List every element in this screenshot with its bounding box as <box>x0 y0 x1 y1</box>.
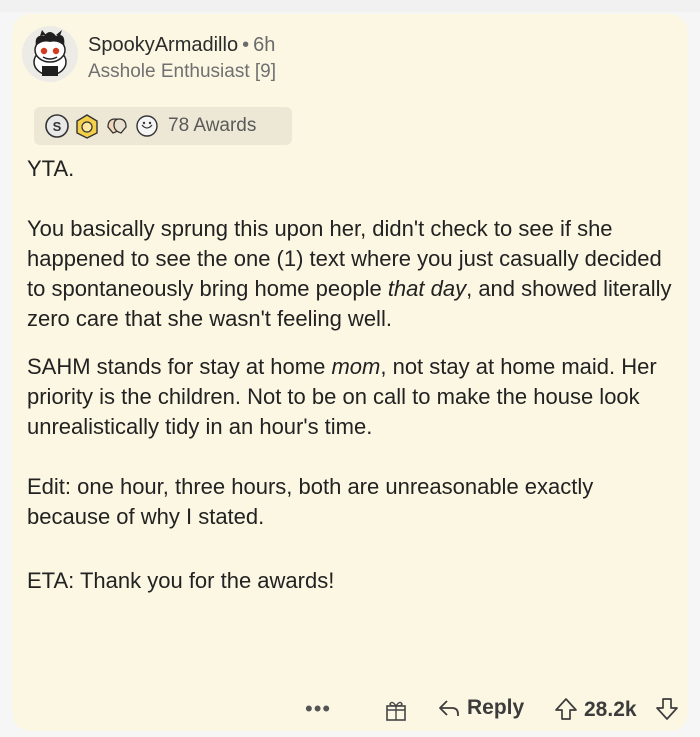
paragraph-edit: Edit: one hour, three hours, both are un… <box>27 474 594 529</box>
emphasis-mom: mom <box>331 354 381 379</box>
comment-card: SpookyArmadillo • 6h Asshole Enthusiast [9… <box>12 14 688 731</box>
upvote-arrow-icon[interactable] <box>554 697 578 721</box>
svg-text:S: S <box>53 119 62 134</box>
timestamp: 6h <box>253 34 276 56</box>
hugz-award-icon <box>136 115 158 137</box>
top-band <box>0 0 700 12</box>
awards-count: 78 Awards <box>168 115 257 136</box>
paragraph-1: You basically sprung this upon her, didn… <box>27 216 672 331</box>
reply-button[interactable]: Reply <box>437 696 524 720</box>
user-flair: Asshole Enthusiast [9] <box>88 61 276 82</box>
silver-award-icon: S <box>45 114 69 138</box>
paragraph-eta: ETA: Thank you for the awards! <box>27 568 335 593</box>
awards-bar[interactable]: S 78 Awards <box>34 107 292 145</box>
username-link[interactable]: SpookyArmadillo <box>88 34 238 56</box>
paragraph-verdict: YTA. <box>27 156 75 181</box>
reply-arrow-icon <box>439 700 459 716</box>
separator-dot: • <box>242 34 250 56</box>
gift-award-icon[interactable] <box>384 698 408 722</box>
wholesome-award-icon <box>107 118 127 134</box>
emphasis-that-day: that day <box>387 276 467 301</box>
avatar[interactable] <box>22 26 78 82</box>
helpful-award-icon <box>76 114 98 139</box>
vote-score: 28.2k <box>584 698 637 721</box>
reply-label: Reply <box>467 696 525 719</box>
paragraph-2: SAHM stands for stay at home mom, not st… <box>27 354 657 439</box>
comment-header: SpookyArmadillo • 6h <box>88 34 275 57</box>
more-options-icon[interactable]: ••• <box>305 696 331 722</box>
comment-actions: ••• Reply 28.2k <box>12 694 688 728</box>
downvote-arrow-icon[interactable] <box>655 697 679 721</box>
comment-body: YTA. You basically sprung this upon her,… <box>27 154 677 596</box>
